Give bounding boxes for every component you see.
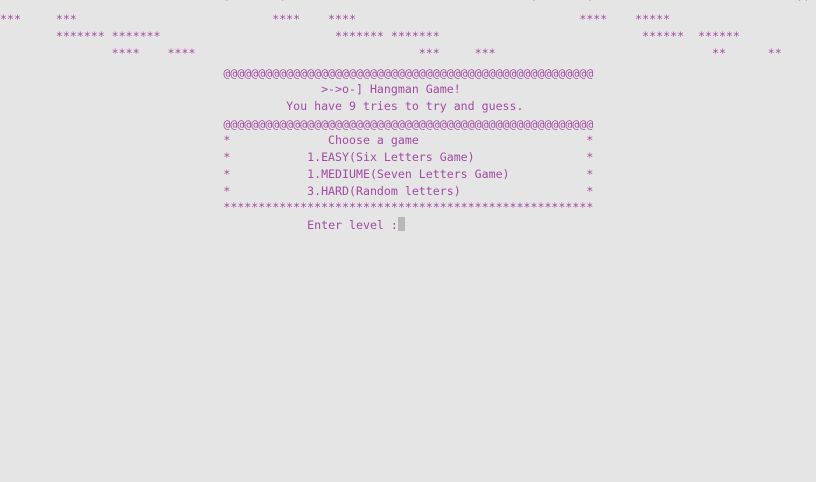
banner-border-top: @@@@@@@@@@@@@@@@@@@@@@@@@@@@@@@@@@@@@@@@… (0, 66, 594, 80)
ascii-art-line: ******* ******* ******* ******* ****** *… (0, 29, 740, 43)
ascii-art-line: *** *** **** **** **** ***** (0, 12, 671, 26)
text-cursor[interactable] (397, 217, 405, 231)
menu-option-medium: * 1.MEDIUME(Seven Letters Game) * (0, 167, 594, 181)
menu-option-easy: * 1.EASY(Six Letters Game) * (0, 150, 594, 164)
level-input-line[interactable]: Enter level : (0, 217, 405, 234)
banner-border-bottom: @@@@@@@@@@@@@@@@@@@@@@@@@@@@@@@@@@@@@@@@… (0, 117, 594, 131)
menu-border-bottom: ****************************************… (0, 200, 594, 214)
game-title: >->o-] Hangman Game! (0, 82, 461, 96)
terminal-console: * * * * ** *** *** **** **** **** ***** … (0, 0, 816, 482)
prompt-indent (0, 218, 307, 232)
menu-option-hard: * 3.HARD(Random letters) * (0, 184, 594, 198)
tries-info: You have 9 tries to try and guess. (0, 99, 524, 113)
ascii-art-line: **** **** *** *** ** ** (0, 46, 782, 60)
ascii-art-line: * * * * ** (0, 0, 810, 7)
level-prompt: Enter level : (307, 218, 398, 232)
menu-heading: * Choose a game * (0, 133, 594, 147)
